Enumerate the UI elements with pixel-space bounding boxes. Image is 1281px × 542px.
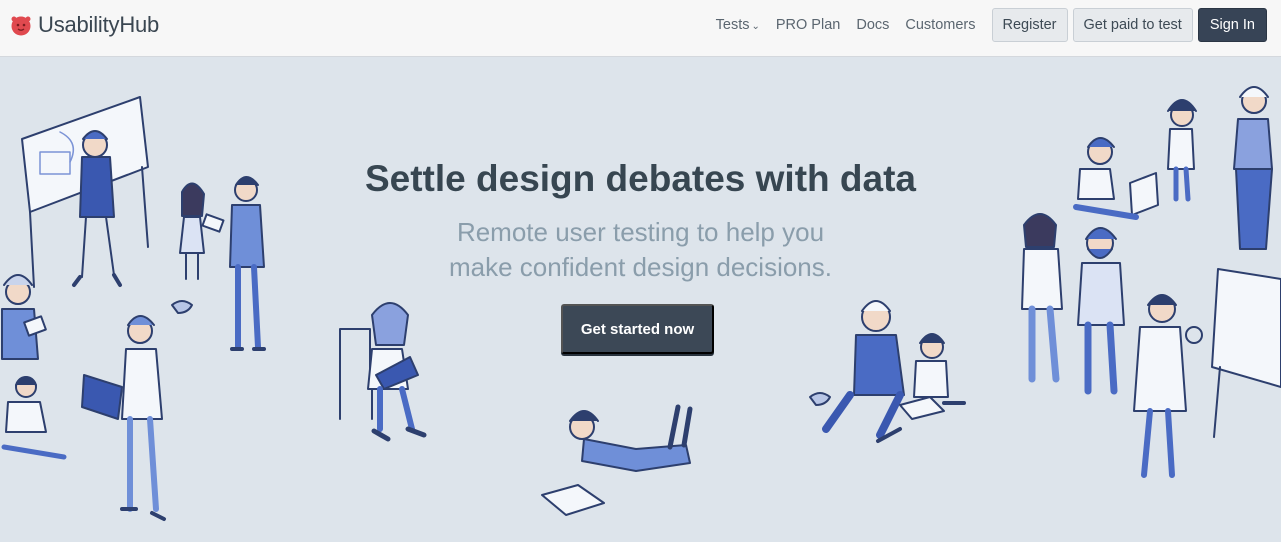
person-girl-sitting-illustration: [1, 376, 67, 460]
sign-in-button[interactable]: Sign In: [1197, 8, 1267, 42]
hero-headline: Settle design debates with data: [364, 158, 916, 199]
hero-subline-1: Remote user testing to help you: [456, 217, 825, 247]
get-started-button[interactable]: Get started now: [561, 304, 714, 354]
hero-section: Settle design debates with data Remote u…: [0, 57, 1281, 542]
bird-left-illustration: [171, 300, 193, 314]
bird-right-illustration: [809, 392, 831, 406]
whiteboard-right-illustration: [1211, 268, 1281, 438]
nav-docs[interactable]: Docs: [856, 17, 889, 33]
person-girl-chair-illustration: [339, 302, 427, 442]
hero-subheadline: Remote user testing to help you make con…: [0, 215, 1281, 285]
usabilityhub-logo-icon: [11, 16, 31, 36]
hero-subline-2: make confident design decisions.: [448, 252, 832, 282]
nav-tests-menu[interactable]: Tests ⌄: [716, 17, 760, 33]
person-woman-left-illustration: [1, 274, 47, 360]
chevron-down-icon: ⌄: [751, 21, 760, 32]
nav-links: Tests ⌄ PRO Plan Docs Customers Register …: [716, 8, 1267, 42]
hero-illustration: [1, 86, 1281, 521]
nav-customers[interactable]: Customers: [905, 17, 975, 33]
brand-name: UsabilityHub: [38, 12, 160, 37]
nav-pro-plan[interactable]: PRO Plan: [776, 17, 840, 33]
person-old-man-illustration: [822, 300, 905, 439]
nav-tests-label: Tests: [715, 17, 750, 33]
person-scientist-illustration: [1133, 294, 1203, 478]
get-paid-button[interactable]: Get paid to test: [1072, 8, 1193, 42]
top-navbar: UsabilityHub Tests ⌄ PRO Plan Docs Custom…: [0, 0, 1281, 57]
person-girl-lying-illustration: [541, 404, 693, 516]
brand-logo[interactable]: UsabilityHub: [10, 11, 159, 39]
person-man-laptop-illustration: [81, 315, 166, 521]
register-button[interactable]: Register: [991, 8, 1068, 42]
